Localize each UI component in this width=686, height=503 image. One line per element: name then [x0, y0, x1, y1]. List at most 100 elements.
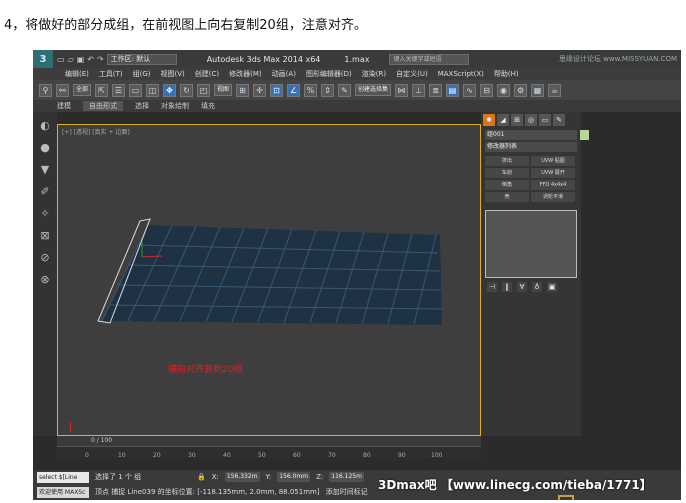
unlink-icon[interactable]: ⚯ — [56, 83, 69, 97]
modifier-button-uvw-unwrap[interactable]: UVW 展开 — [531, 168, 575, 178]
menu-graph-editors[interactable]: 图形编辑器(D) — [306, 69, 352, 79]
modifier-list-select[interactable]: 修改器列表 — [485, 142, 577, 152]
menu-tools[interactable]: 工具(T) — [99, 69, 123, 79]
menu-views[interactable]: 视图(V) — [161, 69, 185, 79]
app-logo-icon[interactable]: 3 — [33, 50, 53, 68]
menu-create[interactable]: 创建(C) — [195, 69, 219, 79]
curve-editor-icon[interactable]: ∿ — [463, 83, 477, 97]
modifier-button-ffd[interactable]: FFD 4x4x4 — [531, 180, 575, 190]
ribbon-tab-modeling[interactable]: 建模 — [57, 101, 71, 111]
track-bar[interactable]: 0 10 20 30 40 50 60 70 80 90 100 — [57, 446, 481, 459]
selection-filter-select[interactable]: 全部 — [73, 84, 92, 96]
schematic-view-icon[interactable]: ⊟ — [480, 83, 494, 97]
menu-group[interactable]: 组(G) — [133, 69, 151, 79]
move-tool-icon[interactable]: ⊘ — [37, 250, 53, 266]
modifier-button-uvw-map[interactable]: UVW 贴图 — [531, 156, 575, 166]
z-label: Z: — [316, 473, 324, 481]
edit-named-selection-icon[interactable]: ✎ — [338, 83, 352, 97]
mirror-icon[interactable]: ⋈ — [395, 83, 409, 97]
pivot-icon[interactable]: ⊞ — [236, 83, 250, 97]
save-file-icon[interactable]: ▣ — [77, 55, 85, 64]
rect-select-icon[interactable]: ▭ — [129, 83, 143, 97]
menu-rendering[interactable]: 渲染(R) — [362, 69, 386, 79]
workspace-select[interactable]: 工作区: 默认 — [106, 53, 177, 65]
modifier-button-shell[interactable]: 壳 — [485, 192, 529, 202]
ribbon-tab-freeform[interactable]: 自由形式 — [83, 101, 123, 111]
pin-stack-icon[interactable]: ⊣ — [487, 282, 497, 292]
brush-icon[interactable]: ✐ — [37, 184, 53, 200]
undo-icon[interactable]: ↶ — [87, 55, 94, 64]
motion-tab-icon[interactable]: ◎ — [525, 114, 537, 126]
modifier-button-lathe[interactable]: 车削 — [485, 168, 529, 178]
render-frame-icon[interactable]: ▦ — [531, 83, 545, 97]
prompt-text: 顶点 捕捉 Line039 的坐标位置: [-118.135mm, 2.0mm,… — [95, 488, 320, 496]
modifier-stack-list[interactable] — [485, 210, 577, 278]
ribbon-tab-populate[interactable]: 填充 — [201, 101, 215, 111]
menu-customize[interactable]: 自定义(U) — [396, 69, 428, 79]
manipulate-icon[interactable]: ✛ — [253, 83, 267, 97]
time-slider[interactable]: 0 / 100 — [57, 436, 481, 446]
menu-animation[interactable]: 动画(A) — [272, 69, 296, 79]
hierarchy-tab-icon[interactable]: ⊞ — [511, 114, 523, 126]
perspective-viewport[interactable]: [+] [透视] [真实 + 边面] 横向对齐复制20组 — [57, 124, 481, 436]
material-editor-icon[interactable]: ◉ — [497, 83, 511, 97]
named-selection-select[interactable]: 创建选择集 — [355, 84, 392, 96]
select-by-name-icon[interactable]: ☰ — [112, 83, 126, 97]
modifier-button-extrude[interactable]: 挤出 — [485, 156, 529, 166]
modifier-button-bevel[interactable]: 倒角 — [485, 180, 529, 190]
rotate-icon[interactable]: ↻ — [180, 83, 194, 97]
scale-icon[interactable]: ◰ — [197, 83, 211, 97]
tutorial-caption: 4，将做好的部分成组，在前视图上向右复制20组，注意对齐。 — [4, 18, 367, 33]
make-unique-icon[interactable]: ∀ — [517, 282, 527, 292]
render-icon[interactable]: ☕ — [548, 83, 562, 97]
link-icon[interactable]: ⚲ — [39, 83, 52, 97]
selection-status: 选择了 1 个 组 — [95, 473, 142, 481]
reference-coord-select[interactable]: 视图 — [214, 84, 233, 96]
menu-modifiers[interactable]: 修改器(M) — [229, 69, 262, 79]
ribbon-tab-selection[interactable]: 选择 — [135, 101, 149, 111]
align-icon[interactable]: ⊥ — [412, 83, 426, 97]
lock-icon[interactable]: 🔒 — [197, 473, 206, 481]
snap-tool-icon[interactable]: ⊠ — [37, 228, 53, 244]
ribbon-tabs: 建模 自由形式 选择 对象绘制 填充 — [33, 100, 681, 112]
object-name-field[interactable]: 组001 — [485, 130, 589, 140]
redo-icon[interactable]: ↷ — [97, 55, 104, 64]
angle-snap-icon[interactable]: ∠ — [287, 83, 301, 97]
remove-tool-icon[interactable]: ⊗ — [37, 272, 53, 288]
render-setup-icon[interactable]: ⚙ — [514, 83, 528, 97]
menu-maxscript[interactable]: MAXScript(X) — [438, 70, 484, 78]
new-file-icon[interactable]: ▭ — [57, 55, 65, 64]
ribbon-toggle-icon[interactable]: ▤ — [446, 83, 460, 97]
remove-modifier-icon[interactable]: ♁ — [532, 282, 542, 292]
z-coordinate-field[interactable]: 116.125m — [329, 472, 364, 482]
display-tab-icon[interactable]: ▭ — [539, 114, 551, 126]
move-icon[interactable]: ✥ — [163, 83, 177, 97]
add-time-tag[interactable]: 添加时间标记 — [326, 487, 368, 497]
percent-snap-icon[interactable]: % — [304, 83, 318, 97]
window-crossing-icon[interactable]: ◫ — [146, 83, 160, 97]
graphite-icon[interactable]: ◐ — [37, 118, 53, 134]
select-object-icon[interactable]: ⇱ — [95, 83, 109, 97]
layer-manager-icon[interactable]: ≣ — [429, 83, 443, 97]
paint-icon[interactable]: ✧ — [37, 206, 53, 222]
shirt-icon[interactable]: ▼ — [37, 162, 53, 178]
snap-toggle-icon[interactable]: ⊡ — [270, 83, 284, 97]
spinner-snap-icon[interactable]: ⇕ — [321, 83, 335, 97]
object-color-swatch[interactable] — [580, 130, 589, 140]
ribbon-tab-object-paint[interactable]: 对象绘制 — [161, 101, 189, 111]
modify-tab-icon[interactable]: ◢ — [497, 114, 509, 126]
open-file-icon[interactable]: ▱ — [68, 55, 74, 64]
app-window: 3 ▭ ▱ ▣ ↶ ↷ 工作区: 默认 Autodesk 3ds Max 201… — [33, 50, 681, 500]
y-coordinate-field[interactable]: 156.0mm — [277, 472, 311, 482]
sphere-icon[interactable]: ● — [37, 140, 53, 156]
create-tab-icon[interactable]: ✺ — [483, 114, 495, 126]
menu-edit[interactable]: 编辑(E) — [65, 69, 89, 79]
configure-sets-icon[interactable]: ▣ — [547, 282, 557, 292]
maxscript-listener[interactable]: select $[Line — [37, 471, 89, 483]
search-input[interactable]: 键入关键字或短语 — [389, 53, 470, 65]
menu-help[interactable]: 帮助(H) — [494, 69, 519, 79]
x-coordinate-field[interactable]: 156.332m — [224, 472, 260, 482]
show-end-result-icon[interactable]: ‖ — [502, 282, 512, 292]
utilities-tab-icon[interactable]: ✎ — [553, 114, 565, 126]
modifier-button-turbosmooth[interactable]: 涡轮平滑 — [531, 192, 575, 202]
